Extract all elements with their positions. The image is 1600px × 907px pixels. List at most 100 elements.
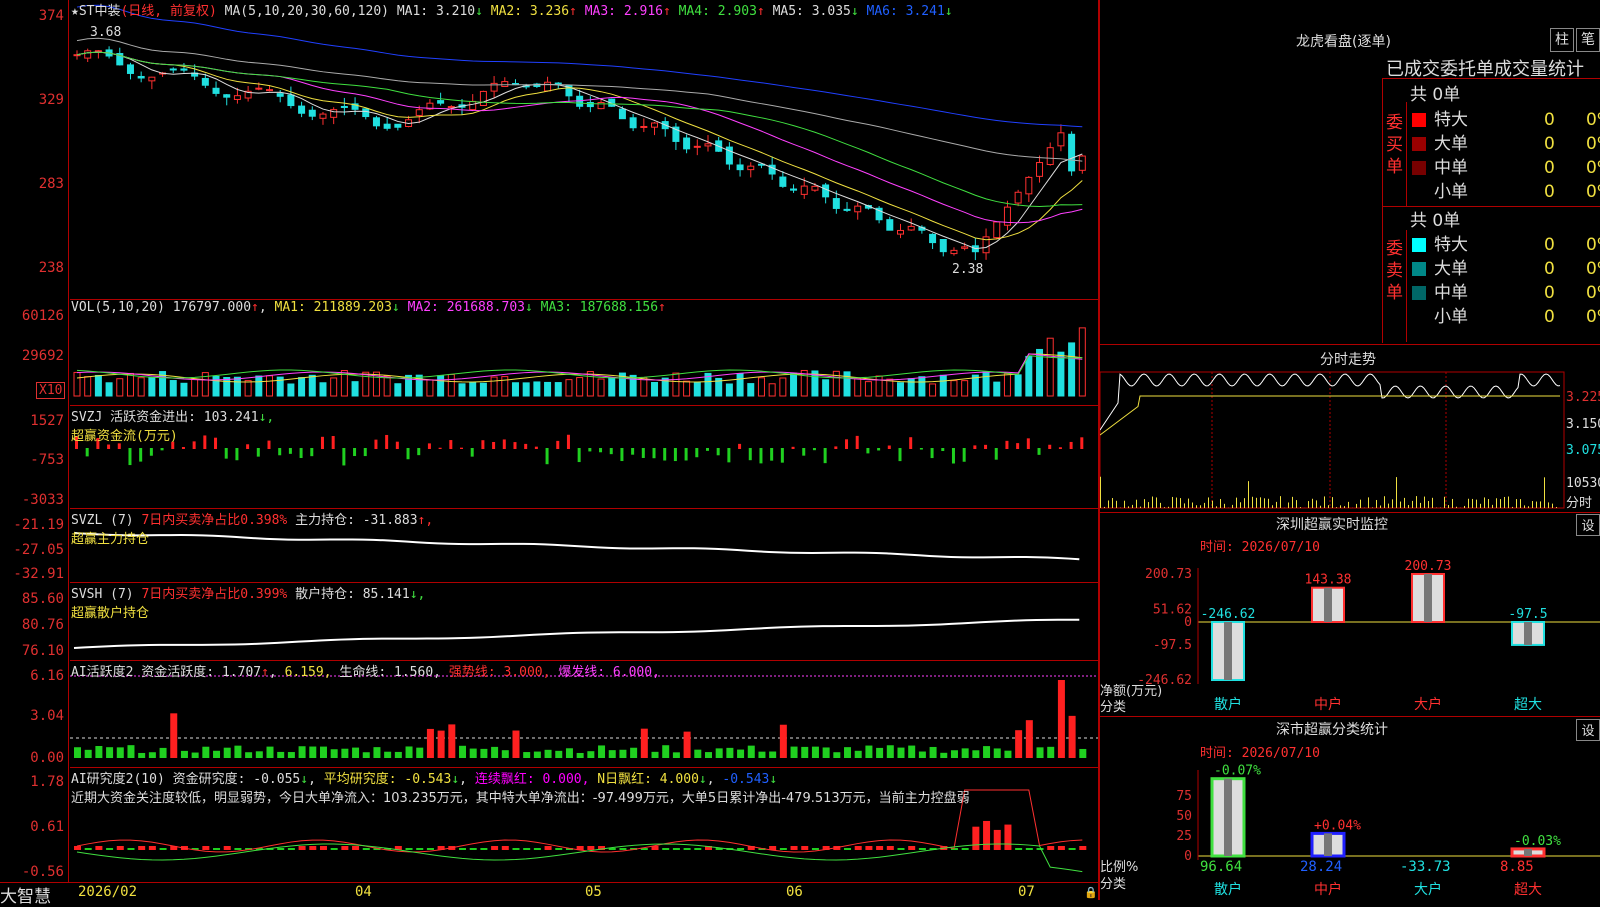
volume-bar xyxy=(138,378,144,396)
volume-bar xyxy=(170,381,176,396)
research-bar xyxy=(994,830,1001,850)
svzl-ytick: -27.05 xyxy=(2,542,64,558)
activity-bar xyxy=(213,751,220,758)
sz-monitor-settings-button[interactable]: 设 xyxy=(1576,514,1600,536)
ma-arrow: ↓ xyxy=(475,4,491,19)
activity-bar xyxy=(930,747,937,758)
volume-bar xyxy=(395,384,401,396)
activity-bar xyxy=(448,724,455,758)
volume-bar xyxy=(791,373,797,396)
fenshi-vol-bar xyxy=(1248,481,1249,508)
lhb-row-count: 0 xyxy=(1544,235,1586,255)
ai-res-comment: 近期大资金关注度较低，明显弱势，今日大单净流入：103.235万元，其中特大单净… xyxy=(71,787,970,806)
fenshi-vol-tick2: 分时 xyxy=(1566,492,1592,511)
fenshi-vol-bar xyxy=(1192,502,1193,508)
candle-body xyxy=(801,186,807,194)
fenshi-vol-bar xyxy=(1280,496,1281,508)
ai-res-label: AI研究度2(10) 资金研究度: -0.055 xyxy=(71,772,300,787)
fenshi-vol-bar xyxy=(1464,506,1465,508)
candle-body xyxy=(705,144,711,146)
fund-flow-bar xyxy=(663,448,666,461)
ma-line xyxy=(77,52,1082,249)
sell-side-label: 委卖单 xyxy=(1386,238,1404,304)
volume-bar xyxy=(694,383,700,396)
ma-arrow: ↑ xyxy=(757,4,773,19)
sz-monitor-title: 深圳超赢实时监控 xyxy=(1276,514,1388,534)
activity-bar xyxy=(598,745,605,758)
candle-body xyxy=(502,82,508,87)
research-bar xyxy=(737,848,744,850)
svsh-pos: 散户持仓: 85.141 xyxy=(295,587,410,602)
fenshi-vol-bar xyxy=(1376,500,1377,508)
svzj-ytick: 1527 xyxy=(2,413,64,429)
svzj-arrow: ↓, xyxy=(259,410,275,425)
legend-swatch xyxy=(1412,262,1426,276)
candle-body xyxy=(85,51,91,58)
volume-bar xyxy=(245,381,251,396)
fenshi-vol-bar xyxy=(1396,477,1397,508)
lock-icon[interactable]: 🔒 xyxy=(1084,886,1098,899)
volume-bar xyxy=(85,377,91,396)
activity-bar xyxy=(705,752,712,758)
volume-bar xyxy=(598,379,604,396)
candle-body xyxy=(684,138,690,149)
vol-unit-badge[interactable]: X10 xyxy=(36,382,65,399)
fund-flow-bar xyxy=(449,440,452,449)
zhu-button[interactable]: 柱 xyxy=(1550,28,1574,52)
fund-flow-bar xyxy=(374,440,377,449)
volume-bar xyxy=(555,383,561,396)
volume-bar xyxy=(1015,375,1021,396)
volume-bar xyxy=(780,378,786,396)
activity-bar xyxy=(331,749,338,758)
volume-bar xyxy=(427,380,433,396)
candle-body xyxy=(341,106,347,107)
fenshi-vol-bar xyxy=(1468,499,1469,508)
legend-swatch xyxy=(1412,161,1426,175)
fund-flow-bar xyxy=(471,448,474,457)
high-price-label: 3.68 xyxy=(90,25,121,40)
fund-flow-bar xyxy=(824,448,827,463)
vol-ma-values: MA1: 211889.203↓ MA2: 261688.703↓ MA3: 1… xyxy=(275,300,666,315)
fund-flow-bar xyxy=(332,436,335,449)
monitor-value-label: 200.73 xyxy=(1405,559,1452,574)
research-bar xyxy=(341,846,348,850)
monitor-category-label: 中户 xyxy=(1314,696,1342,713)
stock-title[interactable]: ★ST中装 xyxy=(71,4,120,19)
fenshi-vol-bar xyxy=(1204,503,1205,508)
fund-flow-bar xyxy=(759,448,762,463)
fund-flow-bar xyxy=(364,448,367,456)
kline-mode[interactable]: (日线, 前复权) xyxy=(120,4,216,19)
fenshi-vol-bar xyxy=(1276,502,1277,508)
fenshi-vol-bar xyxy=(1340,505,1341,508)
research-bar xyxy=(1079,846,1086,850)
main-chart-area[interactable]: 200.7351.620-97.5-246.62-246.62散户143.38中… xyxy=(0,0,1600,900)
sz-class-settings-button[interactable]: 设 xyxy=(1576,719,1600,741)
legend-swatch xyxy=(1412,310,1426,324)
activity-bar xyxy=(726,748,733,758)
fund-flow-bar xyxy=(535,447,538,449)
research-bar xyxy=(202,846,209,850)
fenshi-ytick: 3.225 xyxy=(1566,390,1600,405)
bi-button[interactable]: 笔 xyxy=(1576,28,1600,52)
activity-bar xyxy=(577,753,584,758)
fenshi-vol-bar xyxy=(1432,498,1433,508)
candle-body xyxy=(416,110,422,116)
class-change-label: -0.07% xyxy=(1214,764,1261,779)
monitor-category-label: 大户 xyxy=(1414,696,1442,713)
fund-flow-bar xyxy=(792,447,795,449)
candle-body xyxy=(641,126,647,127)
class-category-label: 大户 xyxy=(1414,881,1442,898)
ma-values: MA1: 3.210↓ MA2: 3.236↑ MA3: 2.916↑ MA4:… xyxy=(397,4,953,19)
fund-flow-bar xyxy=(107,445,110,449)
ai-res-ytick: 1.78 xyxy=(2,774,64,790)
fenshi-vol-bar xyxy=(1300,507,1301,508)
activity-bar xyxy=(769,752,776,758)
activity-bar xyxy=(865,746,872,758)
candle-body xyxy=(1037,163,1043,177)
activity-bar xyxy=(737,750,744,758)
fenshi-vol-bar xyxy=(1224,504,1225,508)
ma-arrow: ↑ xyxy=(658,300,666,315)
candle-body xyxy=(844,209,850,210)
fund-flow-bar xyxy=(952,448,955,464)
volume-bar xyxy=(1004,374,1010,396)
